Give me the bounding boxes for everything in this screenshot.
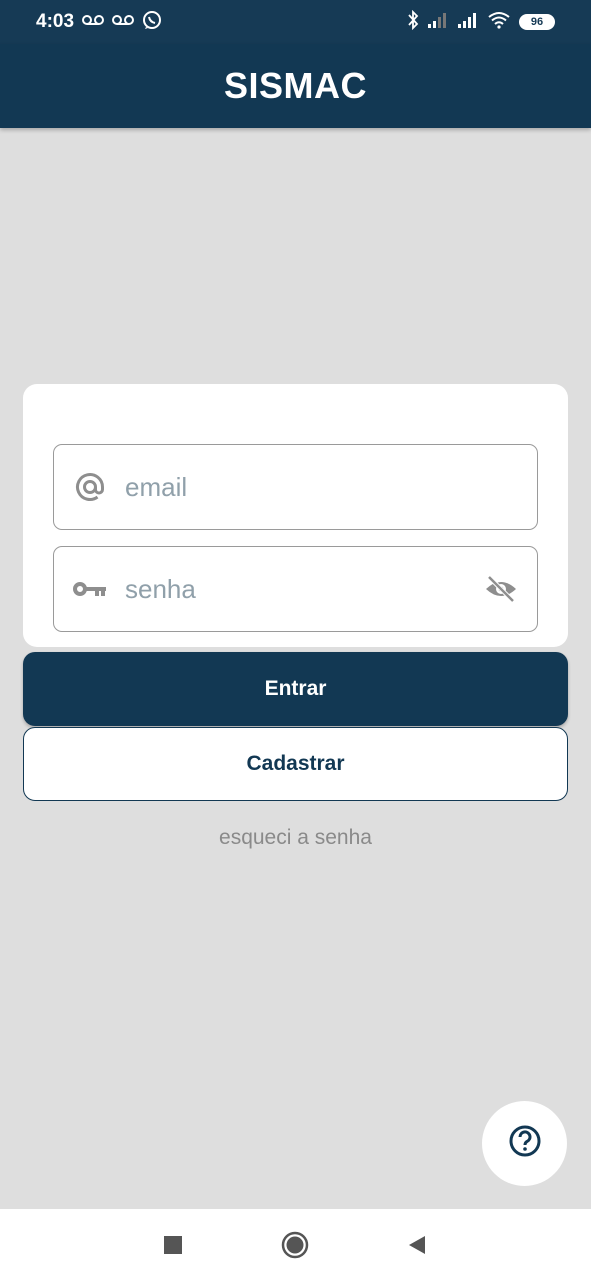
login-button[interactable]: Entrar <box>23 652 568 726</box>
eye-off-icon[interactable] <box>483 571 519 607</box>
signal-icon <box>427 12 449 33</box>
status-time: 4:03 <box>36 11 75 32</box>
battery-icon: 96 <box>519 14 555 30</box>
key-icon <box>72 571 108 607</box>
signal-icon <box>457 12 479 33</box>
voicemail-icon <box>82 13 105 32</box>
email-input[interactable] <box>125 457 537 517</box>
status-bar: 4:03 96 <box>0 0 591 44</box>
status-right: 96 <box>407 9 555 35</box>
password-input[interactable] <box>125 559 483 619</box>
status-left: 4:03 <box>36 10 162 35</box>
register-button[interactable]: Cadastrar <box>23 727 568 801</box>
bluetooth-icon <box>407 9 419 35</box>
back-icon[interactable] <box>400 1229 432 1261</box>
whatsapp-icon <box>142 10 162 35</box>
wifi-icon <box>487 11 511 34</box>
at-icon <box>72 469 108 505</box>
help-circle-icon <box>508 1124 542 1163</box>
forgot-password-link[interactable]: esqueci a senha <box>0 826 591 850</box>
home-icon[interactable] <box>279 1229 311 1261</box>
password-field[interactable] <box>53 546 538 632</box>
voicemail-icon <box>112 13 135 32</box>
app-title: SISMAC <box>223 65 367 106</box>
navigation-bar <box>0 1209 591 1280</box>
recent-apps-icon[interactable] <box>157 1229 189 1261</box>
email-field[interactable] <box>53 444 538 530</box>
login-card <box>23 384 568 647</box>
help-button[interactable] <box>482 1101 567 1186</box>
app-bar: SISMAC <box>0 44 591 128</box>
